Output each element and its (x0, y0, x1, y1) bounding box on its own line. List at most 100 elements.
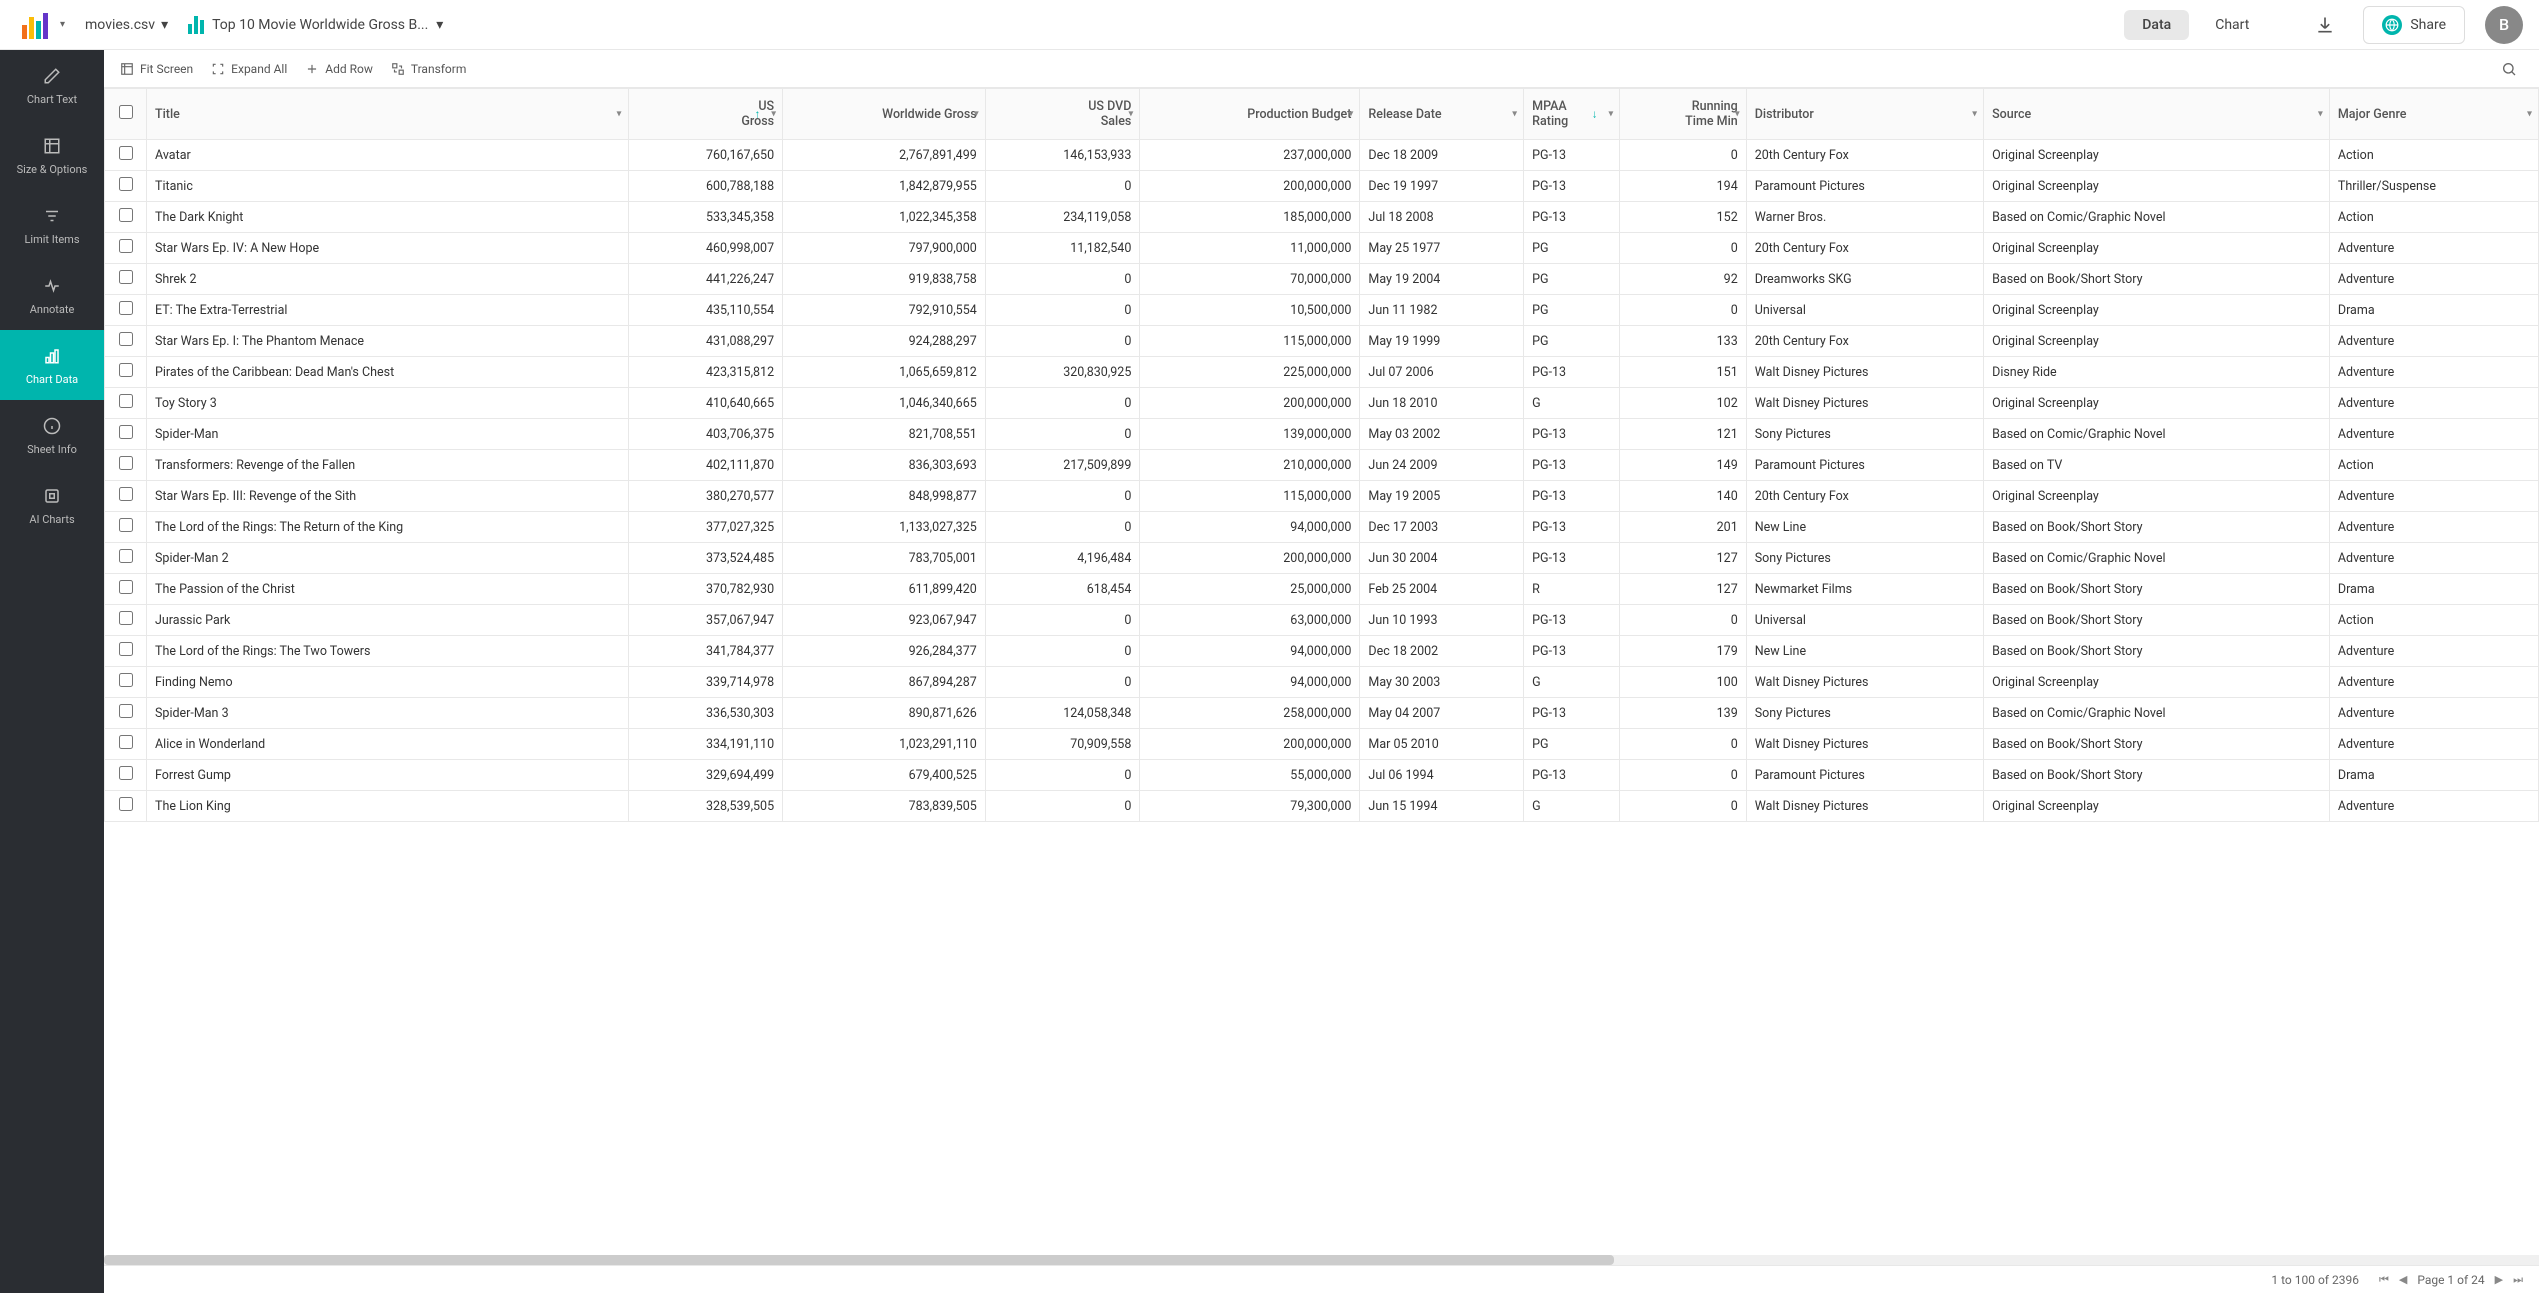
table-cell[interactable]: 139 (1620, 698, 1746, 729)
table-cell[interactable]: 179 (1620, 636, 1746, 667)
column-menu-icon[interactable]: ▾ (1608, 109, 1613, 120)
table-row[interactable]: Alice in Wonderland334,191,1101,023,291,… (105, 729, 2539, 760)
transform-button[interactable]: Transform (391, 62, 467, 76)
table-cell[interactable]: 127 (1620, 574, 1746, 605)
table-cell[interactable]: 618,454 (985, 574, 1140, 605)
table-row[interactable]: Pirates of the Caribbean: Dead Man's Che… (105, 357, 2539, 388)
row-checkbox[interactable] (119, 487, 133, 501)
table-cell[interactable]: The Passion of the Christ (147, 574, 629, 605)
row-checkbox[interactable] (119, 456, 133, 470)
table-cell[interactable]: Jun 30 2004 (1360, 543, 1524, 574)
row-checkbox[interactable] (119, 146, 133, 160)
table-cell[interactable]: 441,226,247 (628, 264, 783, 295)
table-cell[interactable]: 94,000,000 (1140, 667, 1360, 698)
column-header[interactable]: Distributor▾ (1746, 89, 1983, 140)
table-cell[interactable]: 146,153,933 (985, 140, 1140, 171)
table-cell[interactable]: Adventure (2329, 512, 2538, 543)
table-cell[interactable]: PG-13 (1524, 171, 1620, 202)
row-checkbox[interactable] (119, 735, 133, 749)
table-cell[interactable]: Original Screenplay (1984, 667, 2330, 698)
select-all-header[interactable] (105, 89, 147, 140)
table-cell[interactable]: 152 (1620, 202, 1746, 233)
file-dropdown[interactable]: movies.csv ▾ (85, 17, 168, 33)
table-row[interactable]: Toy Story 3410,640,6651,046,340,6650200,… (105, 388, 2539, 419)
table-cell[interactable]: Walt Disney Pictures (1746, 729, 1983, 760)
expand-all-button[interactable]: Expand All (211, 62, 287, 76)
table-cell[interactable]: Jun 15 1994 (1360, 791, 1524, 822)
table-cell[interactable]: 336,530,303 (628, 698, 783, 729)
table-cell[interactable]: May 25 1977 (1360, 233, 1524, 264)
table-cell[interactable]: 890,871,626 (783, 698, 986, 729)
table-cell[interactable]: Thriller/Suspense (2329, 171, 2538, 202)
table-cell[interactable]: 1,842,879,955 (783, 171, 986, 202)
table-cell[interactable]: 258,000,000 (1140, 698, 1360, 729)
table-cell[interactable]: PG (1524, 264, 1620, 295)
table-cell[interactable]: Transformers: Revenge of the Fallen (147, 450, 629, 481)
table-cell[interactable]: Adventure (2329, 543, 2538, 574)
select-all-checkbox[interactable] (119, 105, 133, 119)
table-cell[interactable]: Action (2329, 140, 2538, 171)
table-cell[interactable]: G (1524, 388, 1620, 419)
table-cell[interactable]: Jun 18 2010 (1360, 388, 1524, 419)
table-cell[interactable]: 0 (1620, 140, 1746, 171)
table-cell[interactable]: 0 (985, 791, 1140, 822)
table-cell[interactable]: Jurassic Park (147, 605, 629, 636)
table-cell[interactable]: 194 (1620, 171, 1746, 202)
table-cell[interactable]: 200,000,000 (1140, 171, 1360, 202)
download-button[interactable] (2307, 7, 2343, 43)
table-cell[interactable]: Universal (1746, 605, 1983, 636)
table-cell[interactable]: 1,065,659,812 (783, 357, 986, 388)
table-cell[interactable]: 102 (1620, 388, 1746, 419)
table-cell[interactable]: Adventure (2329, 729, 2538, 760)
table-cell[interactable]: Dec 18 2002 (1360, 636, 1524, 667)
pager-next-icon[interactable]: ▶ (2495, 1273, 2503, 1286)
table-cell[interactable]: 20th Century Fox (1746, 140, 1983, 171)
table-cell[interactable]: 797,900,000 (783, 233, 986, 264)
table-cell[interactable]: PG-13 (1524, 760, 1620, 791)
search-button[interactable] (2495, 55, 2523, 83)
table-cell[interactable]: Jul 07 2006 (1360, 357, 1524, 388)
table-cell[interactable]: 79,300,000 (1140, 791, 1360, 822)
table-cell[interactable]: 11,182,540 (985, 233, 1140, 264)
table-cell[interactable]: Based on Book/Short Story (1984, 636, 2330, 667)
table-cell[interactable]: Avatar (147, 140, 629, 171)
table-cell[interactable]: 1,133,027,325 (783, 512, 986, 543)
table-cell[interactable]: 923,067,947 (783, 605, 986, 636)
table-cell[interactable]: 0 (1620, 295, 1746, 326)
table-cell[interactable]: 0 (1620, 760, 1746, 791)
row-checkbox[interactable] (119, 704, 133, 718)
table-cell[interactable]: May 19 1999 (1360, 326, 1524, 357)
table-cell[interactable]: Sony Pictures (1746, 543, 1983, 574)
table-cell[interactable]: 357,067,947 (628, 605, 783, 636)
table-cell[interactable]: 10,500,000 (1140, 295, 1360, 326)
table-cell[interactable]: 149 (1620, 450, 1746, 481)
table-cell[interactable]: Feb 25 2004 (1360, 574, 1524, 605)
table-cell[interactable]: 25,000,000 (1140, 574, 1360, 605)
table-cell[interactable]: Titanic (147, 171, 629, 202)
table-cell[interactable]: 237,000,000 (1140, 140, 1360, 171)
table-row[interactable]: The Lord of the Rings: The Return of the… (105, 512, 2539, 543)
table-cell[interactable]: Spider-Man (147, 419, 629, 450)
table-cell[interactable]: 867,894,287 (783, 667, 986, 698)
table-cell[interactable]: 533,345,358 (628, 202, 783, 233)
row-checkbox[interactable] (119, 766, 133, 780)
row-checkbox[interactable] (119, 549, 133, 563)
table-cell[interactable]: May 19 2004 (1360, 264, 1524, 295)
table-cell[interactable]: Based on Book/Short Story (1984, 264, 2330, 295)
pager-last-icon[interactable]: ⏭ (2513, 1273, 2523, 1287)
table-cell[interactable]: 55,000,000 (1140, 760, 1360, 791)
table-row[interactable]: Spider-Man403,706,375821,708,5510139,000… (105, 419, 2539, 450)
table-row[interactable]: Spider-Man 2373,524,485783,705,0014,196,… (105, 543, 2539, 574)
table-cell[interactable]: Original Screenplay (1984, 481, 2330, 512)
table-cell[interactable]: PG-13 (1524, 140, 1620, 171)
table-cell[interactable]: New Line (1746, 636, 1983, 667)
table-cell[interactable]: 836,303,693 (783, 450, 986, 481)
table-cell[interactable]: 0 (985, 264, 1140, 295)
pager-first-icon[interactable]: ⏮ (2379, 1273, 2389, 1287)
column-header[interactable]: Production Budget▾ (1140, 89, 1360, 140)
column-menu-icon[interactable]: ▾ (616, 109, 621, 120)
table-cell[interactable]: Adventure (2329, 636, 2538, 667)
table-cell[interactable]: 402,111,870 (628, 450, 783, 481)
table-cell[interactable]: Paramount Pictures (1746, 171, 1983, 202)
table-cell[interactable]: Drama (2329, 760, 2538, 791)
